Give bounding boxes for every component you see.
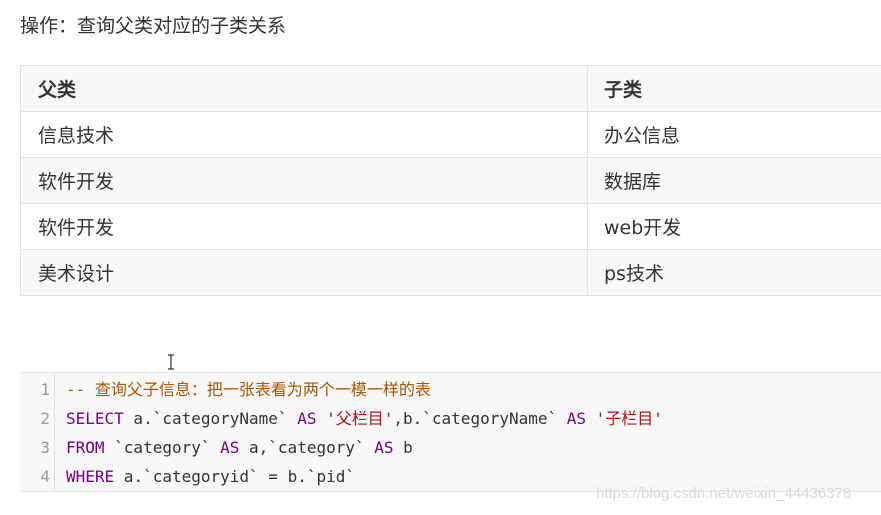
sql-keyword: FROM (66, 438, 105, 457)
sql-keyword: WHERE (66, 467, 115, 486)
code-text: a.`categoryid` = b.`pid` (114, 467, 355, 486)
code-text: ,b.`categoryName` (393, 409, 567, 428)
code-text: b (393, 438, 413, 457)
sql-keyword: SELECT (66, 409, 124, 428)
column-header-parent: 父类 (21, 66, 588, 111)
table-cell: 软件开发 (21, 204, 588, 249)
category-table: 父类 子类 信息技术 办公信息 软件开发 数据库 软件开发 web开发 美术设计… (20, 65, 881, 296)
line-number: 2 (40, 409, 50, 428)
table-cell: 信息技术 (21, 112, 588, 157)
string-literal: '父栏目' (326, 409, 394, 428)
table-cell: 软件开发 (21, 158, 588, 203)
code-block[interactable]: 1 2 3 4 -- 查询父子信息：把一张表看为两个一模一样的表 SELECT … (20, 372, 881, 492)
sql-keyword: AS (566, 409, 587, 428)
code-line: WHERE a.`categoryid` = b.`pid` (66, 462, 355, 491)
text-cursor-icon (168, 354, 174, 370)
code-line: SELECT a.`categoryName` AS '父栏目',b.`cate… (66, 404, 663, 433)
line-number: 3 (40, 438, 50, 457)
sql-keyword: AS (297, 409, 317, 428)
table-cell: web开发 (604, 217, 682, 239)
table-cell: ps技术 (604, 263, 664, 285)
column-header-child: 子类 (604, 79, 643, 101)
line-number-gutter: 1 2 3 4 (20, 373, 55, 491)
code-text: a,`category` (239, 438, 375, 457)
string-literal: '子栏目' (595, 409, 663, 428)
table-cell: 数据库 (604, 171, 662, 193)
code-line: FROM `category` AS a,`category` AS b (66, 433, 413, 462)
watermark: https://blog.csdn.net/weixin_44436378 (596, 485, 852, 502)
code-text: a.`categoryName` (123, 409, 298, 428)
table-cell: 办公信息 (604, 125, 681, 147)
table-row: 软件开发 数据库 (21, 158, 881, 204)
line-number: 1 (40, 380, 50, 399)
table-cell: 美术设计 (21, 250, 588, 295)
sql-keyword: AS (374, 438, 394, 457)
table-row: 信息技术 办公信息 (21, 112, 881, 158)
table-row: 软件开发 web开发 (21, 204, 881, 250)
code-comment: -- 查询父子信息：把一张表看为两个一模一样的表 (66, 380, 431, 399)
line-number: 4 (40, 467, 50, 486)
sql-keyword: AS (220, 438, 240, 457)
table-header-row: 父类 子类 (21, 66, 881, 112)
code-line: -- 查询父子信息：把一张表看为两个一模一样的表 (66, 375, 431, 404)
table-row: 美术设计 ps技术 (21, 250, 881, 296)
section-heading: 操作：查询父类对应的子类关系 (20, 15, 287, 37)
code-text: `category` (104, 438, 221, 457)
